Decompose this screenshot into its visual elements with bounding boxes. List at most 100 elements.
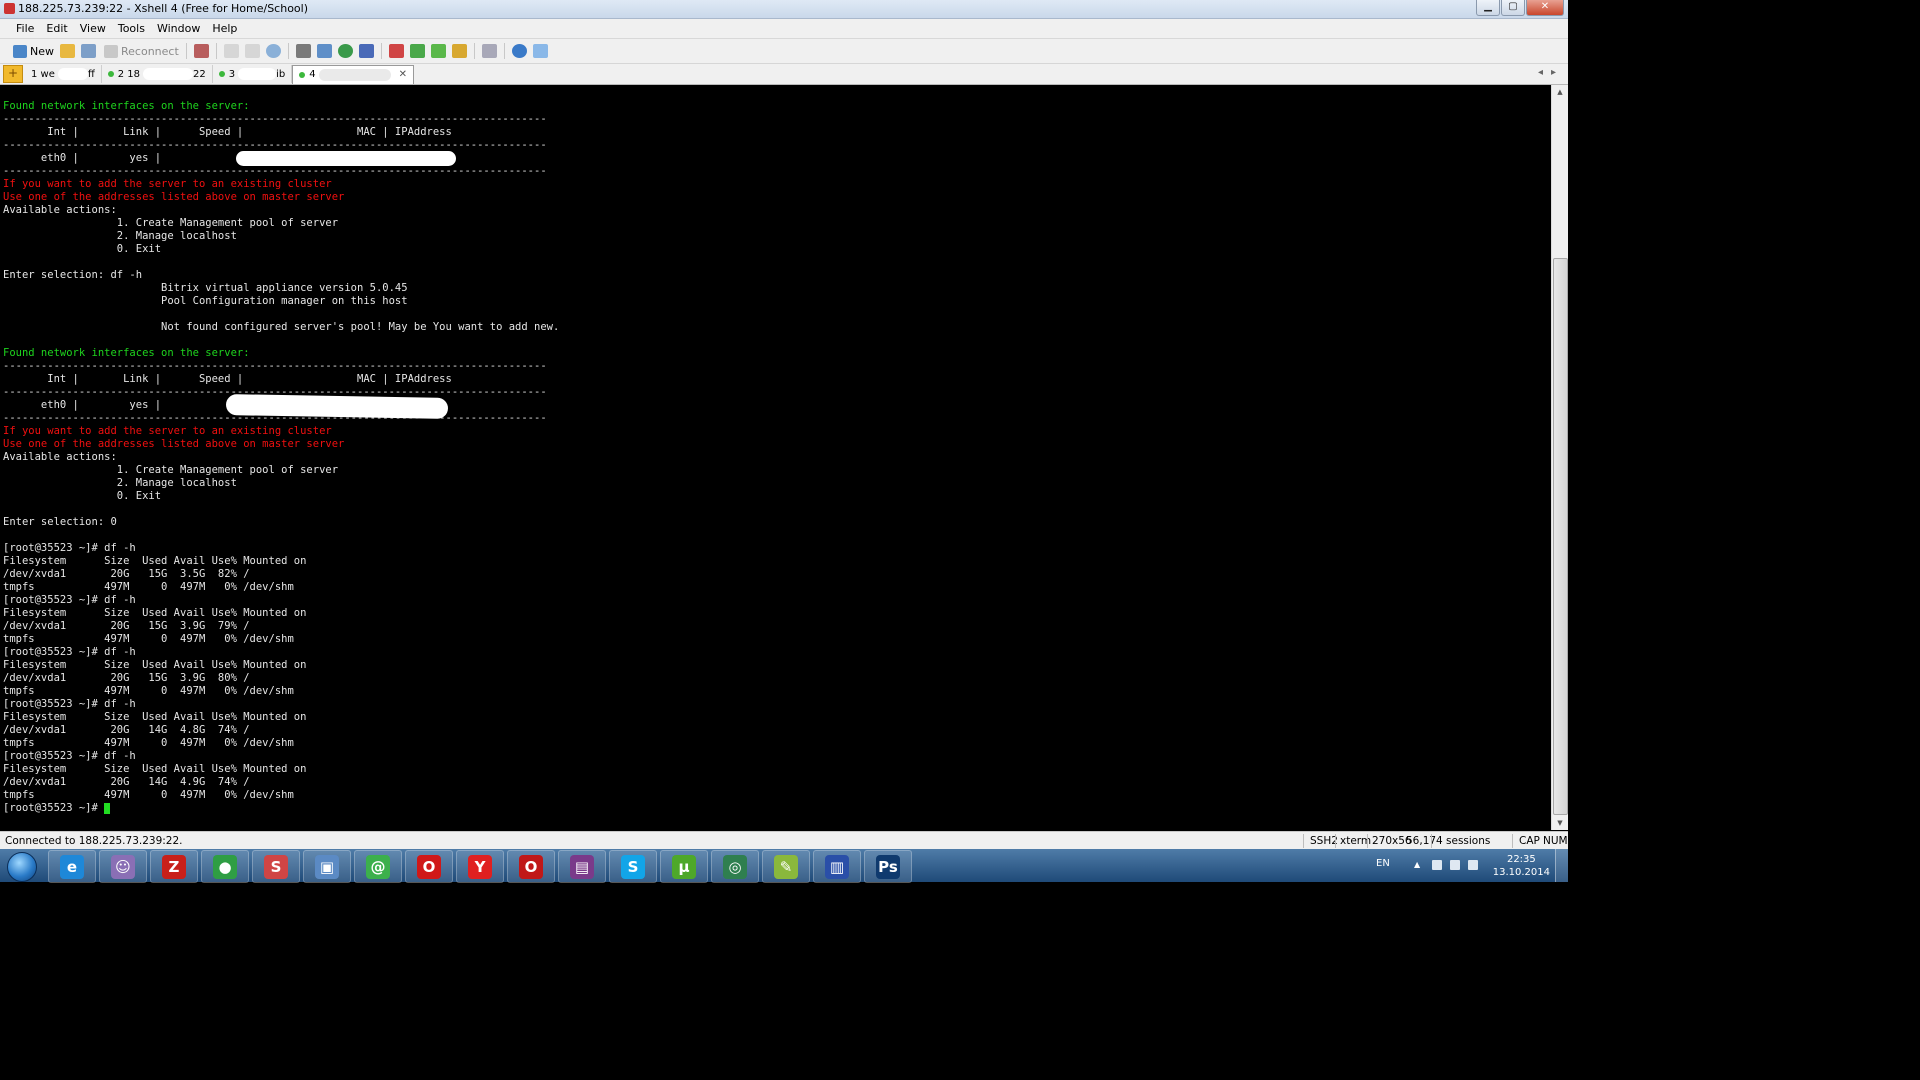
terminal-line: [root@35523 ~]# df -h (3, 698, 136, 710)
transfer-icon[interactable] (316, 44, 332, 58)
terminal-view[interactable]: Found network interfaces on the server: -… (0, 85, 1552, 830)
system-tray: EN ▲ 22:35 13.10.2014 (1368, 849, 1568, 882)
taskbar-pidgin-button[interactable]: ☺ (99, 850, 147, 883)
num-lock-status: NUM (1543, 835, 1568, 847)
taskbar-chrome-button[interactable]: ● (201, 850, 249, 883)
close-button[interactable]: ✕ (1526, 0, 1564, 16)
tab-session-1[interactable]: 1 we ff (25, 65, 102, 83)
menu-edit[interactable]: Edit (40, 19, 73, 38)
terminal-scrollbar[interactable]: ▲ ▼ (1551, 85, 1568, 830)
xftp-icon[interactable] (388, 44, 404, 58)
tab-label-tail: 22 (193, 68, 206, 80)
taskbar-internet-explorer-button[interactable]: e (48, 850, 96, 883)
pidgin-icon: ☺ (111, 854, 135, 879)
paste-icon[interactable] (244, 44, 260, 58)
lock-icon[interactable] (451, 44, 467, 58)
tab-session-4[interactable]: 4 ✕ (292, 64, 415, 84)
window-title: 188.225.73.239:22 - Xshell 4 (Free for H… (18, 2, 309, 15)
terminal-line: If you want to add the server to an exis… (3, 178, 332, 190)
terminal-line: If you want to add the server to an exis… (3, 425, 332, 437)
taskbar-utorrent-button[interactable]: µ (660, 850, 708, 883)
find-icon[interactable] (265, 44, 281, 58)
add-session-tab-button[interactable]: + (3, 65, 23, 83)
taskbar-filezilla-button[interactable]: Z (150, 850, 198, 883)
globe-icon[interactable] (337, 44, 353, 58)
terminal-line: 2. Manage localhost (3, 477, 237, 489)
terminal-cursor (104, 802, 111, 814)
taskbar-photoshop-button[interactable]: Ps (864, 850, 912, 883)
tray-arrow-icon[interactable]: ▲ (1414, 860, 1422, 870)
taskbar-notepad-button[interactable]: ✎ (762, 850, 810, 883)
terminal-line: Available actions: (3, 451, 117, 463)
taskbar-opera-button[interactable]: O (405, 850, 453, 883)
keyboard-icon[interactable] (481, 44, 497, 58)
volume-icon[interactable] (1468, 860, 1478, 870)
chat-icon[interactable] (532, 44, 548, 58)
taskbar-yandex-browser-button[interactable]: Y (456, 850, 504, 883)
layout-icon[interactable] (430, 44, 446, 58)
tab-scroll-arrows[interactable]: ◂▸ (1538, 67, 1564, 78)
terminal-line: Filesystem Size Used Avail Use% Mounted … (3, 555, 307, 567)
taskbar-network-tool-button[interactable]: ▣ (303, 850, 351, 883)
show-desktop-button[interactable] (1555, 849, 1568, 882)
start-button[interactable] (7, 852, 37, 882)
xshell-app-icon (4, 3, 15, 14)
copy-icon[interactable] (223, 44, 239, 58)
terminal-line: /dev/xvda1 20G 14G 4.8G 74% / (3, 724, 250, 736)
menu-help[interactable]: Help (206, 19, 243, 38)
tab-label-tail: ib (276, 68, 286, 80)
print-icon[interactable] (295, 44, 311, 58)
taskbar-floppy-save-button[interactable]: ▥ (813, 850, 861, 883)
scroll-thumb[interactable] (1553, 258, 1568, 815)
terminal-line: 0. Exit (3, 490, 162, 502)
taskbar-icq-button[interactable]: @ (354, 850, 402, 883)
status-divider (1431, 834, 1432, 848)
reconnect-button[interactable]: Reconnect (101, 41, 182, 61)
scroll-up-icon[interactable]: ▲ (1552, 85, 1568, 99)
terminal-line: 0. Exit (3, 243, 162, 255)
help-icon[interactable] (511, 44, 527, 58)
menu-window[interactable]: Window (151, 19, 206, 38)
terminal-line: ----------------------------------------… (3, 360, 547, 372)
menu-bar: File Edit View Tools Window Help (0, 19, 1568, 39)
yandex-browser-icon: Y (468, 854, 492, 879)
terminal-line: Not found configured server's pool! May … (3, 321, 560, 333)
menu-tools[interactable]: Tools (112, 19, 151, 38)
toolbar-separator (473, 43, 475, 59)
maximize-button[interactable]: ▢ (1501, 0, 1525, 16)
session-tab-bar: + 1 we ff 2 18 22 3 ib 4 ✕ ◂▸ (0, 64, 1568, 85)
redacted-mac-address (236, 151, 456, 166)
network-icon[interactable] (1450, 860, 1460, 870)
teamviewer-icon: ◎ (723, 854, 747, 879)
minimize-button[interactable]: ▁ (1476, 0, 1500, 16)
scroll-down-icon[interactable]: ▼ (1552, 816, 1568, 830)
language-indicator[interactable]: EN (1376, 858, 1390, 869)
open-folder-icon[interactable] (60, 44, 75, 58)
filezilla-icon: Z (162, 854, 186, 879)
compose-icon[interactable] (409, 44, 425, 58)
status-divider (1512, 834, 1513, 848)
tab-session-3[interactable]: 3 ib (213, 65, 293, 83)
new-session-button[interactable]: New (10, 41, 57, 61)
font-icon[interactable] (358, 44, 374, 58)
properties-icon[interactable] (193, 44, 209, 58)
tab-session-2[interactable]: 2 18 22 (102, 65, 213, 83)
terminal-line: Use one of the addresses listed above on… (3, 191, 345, 203)
tab-close-icon[interactable]: ✕ (399, 69, 407, 80)
clock[interactable]: 22:35 13.10.2014 (1493, 853, 1550, 879)
opera-next-icon: O (519, 854, 543, 879)
flag-icon[interactable] (1432, 860, 1442, 870)
connect-link-icon[interactable] (81, 44, 96, 58)
taskbar-skype-button[interactable]: S (609, 850, 657, 883)
terminal-line: Pool Configuration manager on this host (3, 295, 408, 307)
skype-icon: S (621, 854, 645, 879)
taskbar-xshell-button[interactable]: S (252, 850, 300, 883)
taskbar-teamviewer-button[interactable]: ◎ (711, 850, 759, 883)
redacted-text (57, 68, 88, 80)
taskbar-opera-next-button[interactable]: O (507, 850, 555, 883)
menu-file[interactable]: File (10, 19, 40, 38)
window-controls: ▁ ▢ ✕ (1476, 0, 1564, 16)
menu-view[interactable]: View (74, 19, 112, 38)
taskbar-winrar-button[interactable]: ▤ (558, 850, 606, 883)
